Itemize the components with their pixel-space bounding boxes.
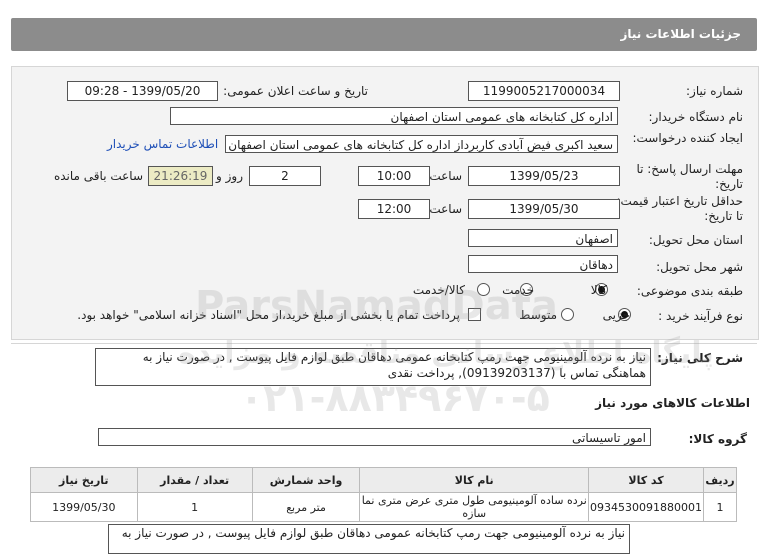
validity-date-field: 1399/05/30	[468, 199, 620, 219]
col-need-date: تاریخ نیاز	[30, 467, 138, 493]
col-row-number: ردیف	[703, 467, 737, 493]
col-quantity: تعداد / مقدار	[136, 467, 253, 493]
table-row: 1 0934530091880001 نرده ساده آلومینیومی …	[30, 492, 737, 522]
cell-goods-name: نرده ساده آلومینیومی طول متری عرض متری ن…	[359, 492, 590, 522]
col-goods-name: نام کالا	[359, 467, 590, 493]
need-number-label: شماره نیاز:	[686, 84, 743, 98]
cell-quantity: 1	[136, 492, 253, 522]
buyer-contact-link[interactable]: اطلاعات تماس خریدار	[107, 137, 218, 151]
buyer-org-label: نام دستگاه خریدار:	[648, 110, 744, 124]
process-radio-medium[interactable]	[561, 308, 574, 321]
need-number-field: 1199005217000034	[468, 81, 620, 101]
col-unit: واحد شمارش	[251, 467, 361, 493]
page-title: جزئیات اطلاعات نیاز	[620, 27, 741, 41]
validity-time-label: ساعت	[429, 202, 462, 216]
validity-label: حداقل تاریخ اعتبار قیمت: تا تاریخ:	[616, 194, 743, 223]
treasury-payment-note: پرداخت تمام یا بخشی از مبلغ خرید،از محل …	[77, 308, 460, 322]
page-header: جزئیات اطلاعات نیاز	[11, 18, 757, 51]
goods-section-title: اطلاعات کالاهای مورد نیاز	[595, 396, 750, 410]
cell-unit: متر مربع	[251, 492, 361, 522]
days-label: روز و	[216, 169, 243, 183]
table-header-row: ردیف کد کالا نام کالا واحد شمارش تعداد /…	[30, 467, 737, 493]
deadline-label: مهلت ارسال پاسخ: تا تاریخ:	[636, 162, 743, 191]
remaining-days-field: 2	[249, 166, 321, 186]
treasury-payment-checkbox[interactable]	[468, 308, 481, 321]
deadline-date-field: 1399/05/23	[468, 166, 620, 186]
province-label: استان محل تحویل:	[648, 233, 743, 247]
remaining-time-label: ساعت باقی مانده	[53, 169, 143, 183]
category-option-goods: کالا	[590, 283, 607, 297]
goods-group-field: امور تاسیساتی	[98, 428, 651, 446]
creator-field: سعید اکبری فیض آبادی کاربرداز اداره کل ک…	[225, 135, 618, 153]
process-option-minor: جزیی	[602, 308, 630, 322]
validity-time-field: 12:00	[358, 199, 430, 219]
purchase-process-label: نوع فرآیند خرید :	[658, 309, 743, 323]
buyer-org-field: اداره کل کتابخانه های عمومی استان اصفهان	[170, 107, 618, 125]
creator-label: ایجاد کننده درخواست:	[632, 131, 743, 145]
bottom-description-field: نیاز به نرده آلومینیومی جهت رمپ کتابخانه…	[108, 524, 630, 554]
cell-goods-code: 0934530091880001	[588, 492, 705, 522]
cell-row-number: 1	[703, 492, 737, 522]
description-label: شرح کلی نیاز:	[657, 351, 743, 365]
announce-datetime-label: تاریخ و ساعت اعلان عمومی:	[223, 84, 368, 98]
category-option-service: خدمت	[502, 283, 534, 297]
city-field: دهاقان	[468, 255, 618, 273]
cell-need-date: 1399/05/30	[30, 492, 138, 522]
countdown-field: 21:26:19	[148, 166, 213, 186]
category-label: طبقه بندی موضوعی:	[636, 284, 743, 298]
deadline-time-label: ساعت	[429, 169, 462, 183]
category-radio-goods-service[interactable]	[477, 283, 490, 296]
category-option-goods-service: کالا/خدمت	[412, 283, 465, 297]
process-option-medium: متوسط	[519, 308, 557, 322]
description-field: نیاز به نرده آلومینیومی جهت رمپ کتابخانه…	[95, 348, 651, 386]
deadline-time-field: 10:00	[358, 166, 430, 186]
goods-table: ردیف کد کالا نام کالا واحد شمارش تعداد /…	[30, 467, 737, 522]
city-label: شهر محل تحویل:	[656, 260, 743, 274]
goods-group-label: گروه کالا:	[688, 432, 747, 446]
announce-datetime-field: 1399/05/20 - 09:28	[67, 81, 218, 101]
province-field: اصفهان	[468, 229, 618, 247]
col-goods-code: کد کالا	[588, 467, 705, 493]
